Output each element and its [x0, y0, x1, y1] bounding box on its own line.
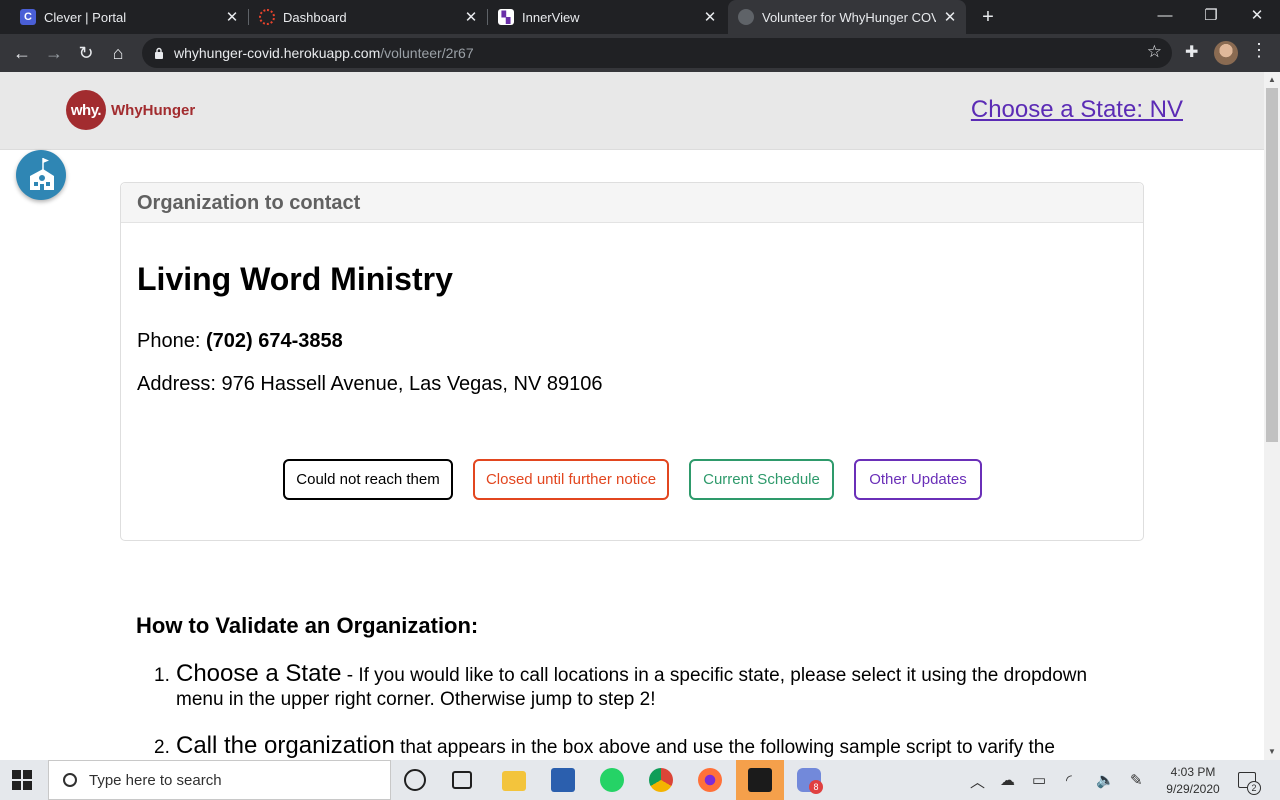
howto-title: How to Validate an Organization:: [136, 613, 479, 638]
tab-title: Dashboard: [283, 9, 347, 25]
page-viewport: why. WhyHunger Choose a State: NV Organi…: [0, 72, 1264, 760]
howto-steps: 1. Choose a State - If you would like to…: [136, 662, 1136, 760]
step-lead: Call the organization: [176, 732, 395, 759]
wifi-icon[interactable]: ◜: [1066, 771, 1072, 789]
whatsapp-icon[interactable]: [600, 768, 624, 792]
scrollbar-thumb[interactable]: [1266, 88, 1278, 442]
system-clock[interactable]: 4:03 PM 9/29/2020: [1160, 764, 1226, 798]
tray-chevron-up-icon[interactable]: ︿: [970, 771, 985, 792]
url-text: whyhunger-covid.herokuapp.com/volunteer/…: [174, 45, 474, 61]
other-updates-button[interactable]: Other Updates: [854, 459, 982, 500]
close-tab-icon[interactable]: ✕: [224, 8, 240, 26]
window-close-icon[interactable]: ✕: [1234, 0, 1280, 34]
globe-icon: [738, 9, 754, 25]
organization-card: Organization to contact Living Word Mini…: [120, 182, 1144, 541]
site-header: why. WhyHunger Choose a State: NV: [0, 72, 1264, 150]
taskbar-search-placeholder: Type here to search: [89, 771, 222, 789]
close-tab-icon[interactable]: ✕: [702, 8, 718, 26]
dashboard-icon: [259, 9, 275, 25]
step-item: 1. Choose a State - If you would like to…: [136, 662, 1136, 712]
tab-dashboard[interactable]: Dashboard ✕: [249, 0, 487, 34]
tab-title: InnerView: [522, 9, 580, 25]
organization-name: Living Word Ministry: [137, 261, 453, 297]
step-text: that appears in the box above and use th…: [394, 737, 1055, 758]
card-header: Organization to contact: [121, 183, 1143, 223]
back-icon[interactable]: ←: [9, 40, 35, 66]
battery-icon[interactable]: ▭: [1032, 771, 1046, 789]
lock-icon: [155, 47, 163, 59]
browser-toolbar: ← → ↻ ⌂ whyhunger-covid.herokuapp.com/vo…: [0, 34, 1280, 72]
step-item: 2. Call the organization that appears in…: [136, 734, 1136, 760]
bookmark-star-icon[interactable]: ☆: [1147, 42, 1162, 62]
could-not-reach-button[interactable]: Could not reach them: [283, 459, 453, 500]
url-host: whyhunger-covid.herokuapp.com: [174, 45, 381, 61]
restore-icon[interactable]: ❐: [1188, 0, 1234, 34]
close-tab-icon[interactable]: ✕: [463, 8, 479, 26]
windows-taskbar: Type here to search 8 ︿ ☁ ▭ ◜ 🔈 ✎ 4:03 P…: [0, 760, 1280, 800]
reload-icon[interactable]: ↻: [73, 40, 99, 66]
new-tab-button[interactable]: +: [976, 4, 1000, 30]
current-schedule-button[interactable]: Current Schedule: [689, 459, 834, 500]
tab-title: Volunteer for WhyHunger COVID: [762, 9, 936, 25]
clock-time: 4:03 PM: [1170, 765, 1216, 779]
file-explorer-icon[interactable]: [502, 771, 526, 791]
notification-count-badge: 2: [1247, 781, 1261, 795]
clock-date: 9/29/2020: [1166, 782, 1220, 796]
phone-label: Phone:: [137, 330, 201, 352]
browser-tab-strip: C Clever | Portal ✕ Dashboard ✕ ▚ InnerV…: [0, 0, 1280, 34]
closed-until-further-notice-button[interactable]: Closed until further notice: [473, 459, 669, 500]
address-bar[interactable]: whyhunger-covid.herokuapp.com/volunteer/…: [142, 38, 1172, 68]
tab-title: Clever | Portal: [44, 9, 127, 25]
minimize-icon[interactable]: —: [1142, 0, 1188, 34]
profile-avatar[interactable]: [1214, 41, 1238, 65]
logo-badge: why.: [66, 90, 106, 130]
tab-volunteer-active[interactable]: Volunteer for WhyHunger COVID ✕: [728, 0, 966, 34]
step-lead: Choose a State: [176, 660, 342, 687]
taskbar-search-box[interactable]: Type here to search: [48, 760, 391, 800]
scroll-down-arrow-icon[interactable]: ▼: [1264, 744, 1280, 760]
tab-innerview[interactable]: ▚ InnerView ✕: [488, 0, 726, 34]
menu-kebab-icon[interactable]: ⋮: [1250, 40, 1268, 61]
extensions-puzzle-icon[interactable]: ✚: [1185, 42, 1198, 62]
school-extension-icon[interactable]: [16, 150, 66, 200]
phone-number[interactable]: (702) 674-3858: [206, 330, 343, 352]
address-line: Address: 976 Hassell Avenue, Las Vegas, …: [137, 373, 603, 395]
word-icon[interactable]: [551, 768, 575, 792]
firefox-icon[interactable]: [698, 768, 722, 792]
url-path: /volunteer/2r67: [380, 45, 474, 61]
discord-badge: 8: [809, 780, 823, 794]
tab-clever[interactable]: C Clever | Portal ✕: [8, 0, 248, 34]
scroll-up-arrow-icon[interactable]: ▲: [1264, 72, 1280, 88]
innerview-icon: ▚: [498, 9, 514, 25]
forward-icon[interactable]: →: [41, 40, 67, 66]
pen-workspace-icon[interactable]: ✎: [1130, 771, 1143, 789]
onedrive-icon[interactable]: ☁: [1000, 771, 1015, 789]
step-number: 2.: [154, 737, 170, 758]
search-icon: [63, 773, 77, 787]
cortana-icon[interactable]: [404, 769, 426, 791]
close-tab-icon[interactable]: ✕: [942, 8, 958, 26]
step-number: 1.: [154, 665, 170, 686]
page-scrollbar[interactable]: ▲ ▼: [1264, 72, 1280, 760]
home-icon[interactable]: ⌂: [105, 40, 131, 66]
clever-icon: C: [20, 9, 36, 25]
whyhunger-logo[interactable]: why. WhyHunger: [66, 90, 195, 130]
phone-line: Phone: (702) 674-3858: [137, 330, 343, 353]
task-view-icon[interactable]: [452, 771, 472, 789]
volume-icon[interactable]: 🔈: [1096, 771, 1115, 789]
chrome-icon[interactable]: [649, 768, 673, 792]
waves-audio-icon[interactable]: [748, 768, 772, 792]
windows-start-icon[interactable]: [12, 770, 32, 790]
logo-wordmark: WhyHunger: [111, 101, 196, 119]
choose-state-link[interactable]: Choose a State: NV: [971, 96, 1183, 124]
